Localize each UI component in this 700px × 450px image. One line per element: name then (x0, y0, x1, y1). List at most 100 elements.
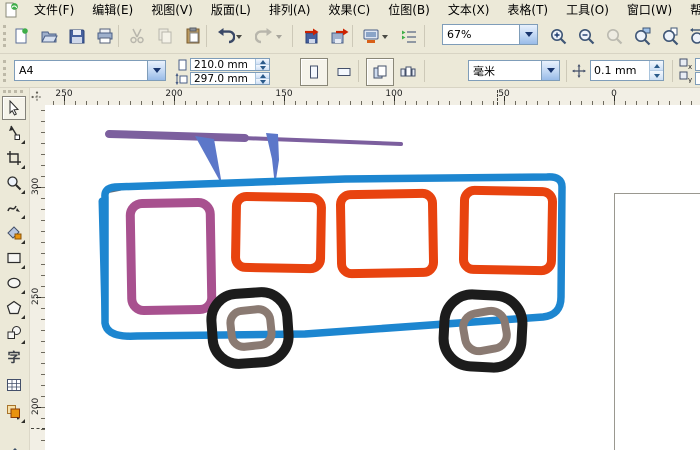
current-page-button[interactable] (394, 58, 422, 86)
tool-table[interactable] (2, 373, 26, 397)
duplicate-distance-y-icon: y (679, 71, 693, 83)
print-button[interactable] (92, 23, 118, 49)
zoom-to-width-button[interactable] (685, 23, 700, 49)
paper-preset-combobox[interactable]: A4 (14, 60, 166, 81)
duplicate-distance-y-field[interactable] (695, 72, 700, 85)
save-button[interactable] (64, 23, 90, 49)
menu-effects[interactable]: 效果(C) (319, 0, 379, 20)
zoom-level-value: 67% (447, 28, 472, 41)
tool-pick[interactable] (2, 96, 26, 120)
drawing-canvas[interactable] (45, 105, 700, 450)
menu-view[interactable]: 视图(V) (142, 0, 202, 20)
tool-smart-fill[interactable] (2, 221, 26, 245)
redo-dropdown (274, 32, 284, 42)
zoom-in-button[interactable] (545, 23, 571, 49)
launcher-dropdown[interactable] (380, 32, 390, 42)
zoom-level-combobox[interactable]: 67% (442, 24, 538, 45)
vruler-label: 200 (31, 397, 41, 415)
save-icon (69, 29, 85, 44)
ruler-origin[interactable] (29, 88, 46, 106)
units-value: 毫米 (473, 64, 495, 78)
landscape-button[interactable] (330, 58, 358, 86)
tool-basic-shapes[interactable] (2, 321, 26, 345)
paper-height-down[interactable] (256, 79, 269, 84)
undo-dropdown[interactable] (234, 32, 244, 42)
all-pages-icon (373, 65, 387, 79)
paper-height-icon (175, 73, 188, 85)
tool-shape[interactable] (2, 121, 26, 145)
ellipse-tool-icon (7, 277, 21, 289)
paper-height-field[interactable]: 297.0 mm (190, 72, 270, 85)
tool-ellipse[interactable] (2, 271, 26, 295)
units-dropdown[interactable] (541, 61, 559, 80)
menu-table[interactable]: 表格(T) (498, 0, 557, 20)
standard-toolbar: 67% (0, 19, 700, 54)
nudge-distance-field[interactable]: 0.1 mm (590, 60, 664, 81)
zoom-tool-icon (7, 176, 22, 191)
duplicate-distance-x-field[interactable] (695, 58, 700, 71)
menu-text[interactable]: 文本(X) (439, 0, 499, 20)
wheel-front (206, 287, 294, 369)
all-pages-button[interactable] (366, 58, 394, 86)
bus-drawing[interactable] (45, 105, 700, 450)
import-button[interactable] (298, 23, 324, 49)
welcome-screen-icon (402, 30, 416, 43)
portrait-button[interactable] (300, 58, 328, 86)
toolbox-grip[interactable] (3, 90, 23, 93)
tool-crop[interactable] (2, 146, 26, 170)
paste-button[interactable] (180, 23, 206, 49)
vertical-ruler[interactable]: 300 250 200 (29, 105, 46, 450)
eyedropper-tool-icon (13, 448, 17, 450)
shape-tool-icon (9, 125, 20, 140)
hruler-label: 0 (611, 89, 617, 99)
menu-tools[interactable]: 工具(O) (557, 0, 618, 20)
nudge-up[interactable] (650, 61, 663, 71)
tool-zoom[interactable] (2, 171, 26, 195)
zoom-combo-dropdown[interactable] (519, 25, 537, 44)
zoom-to-all-objects-button[interactable] (629, 23, 655, 49)
polygon-tool-icon (6, 300, 22, 315)
trolley-pole-front (195, 136, 222, 185)
tool-freehand[interactable] (2, 196, 26, 220)
vruler-label: 250 (31, 287, 41, 305)
zoom-to-page-icon (662, 27, 678, 45)
menu-arrange[interactable]: 排列(A) (260, 0, 320, 20)
paper-preset-value: A4 (19, 64, 34, 77)
hruler-label: 50 (498, 89, 510, 99)
paper-width-field[interactable]: 210.0 mm (190, 58, 270, 71)
cut-button (124, 23, 150, 49)
trolley-rod-tip (241, 136, 403, 146)
new-document-button[interactable] (8, 23, 34, 49)
zoom-out-button[interactable] (573, 23, 599, 49)
trolley-rod (105, 130, 249, 142)
freehand-tool-icon (7, 205, 20, 212)
nudge-down[interactable] (650, 71, 663, 80)
horizontal-ruler[interactable]: 250 200 150 100 50 0 (45, 88, 700, 106)
toolbar-grip[interactable] (3, 25, 6, 47)
tool-rectangle[interactable] (2, 246, 26, 270)
menu-file[interactable]: 文件(F) (25, 0, 83, 20)
open-button[interactable] (36, 23, 62, 49)
vruler-label: 300 (31, 177, 41, 195)
hruler-label: 200 (165, 89, 183, 99)
welcome-screen-button[interactable] (396, 23, 422, 49)
tool-eyedropper[interactable] (2, 437, 26, 450)
export-button[interactable] (326, 23, 352, 49)
menu-layout[interactable]: 版面(L) (202, 0, 260, 20)
tool-text[interactable]: 字 (2, 346, 26, 370)
tool-polygon[interactable] (2, 296, 26, 320)
menu-window[interactable]: 窗口(W) (618, 0, 681, 20)
menu-bitmaps[interactable]: 位图(B) (379, 0, 439, 20)
paper-preset-dropdown[interactable] (147, 61, 165, 80)
menu-help[interactable]: 帮助(H) (681, 0, 700, 20)
paper-width-down[interactable] (256, 65, 269, 70)
units-combobox[interactable]: 毫米 (468, 60, 560, 81)
zoom-to-page-button[interactable] (657, 23, 683, 49)
propbar-grip[interactable] (3, 60, 6, 82)
tool-blend[interactable] (2, 400, 26, 424)
paper-width-value: 210.0 mm (194, 58, 248, 71)
application-launcher-icon (363, 29, 379, 43)
paper-width-icon (176, 59, 188, 71)
hub-rear (459, 306, 511, 356)
menu-edit[interactable]: 编辑(E) (83, 0, 142, 20)
